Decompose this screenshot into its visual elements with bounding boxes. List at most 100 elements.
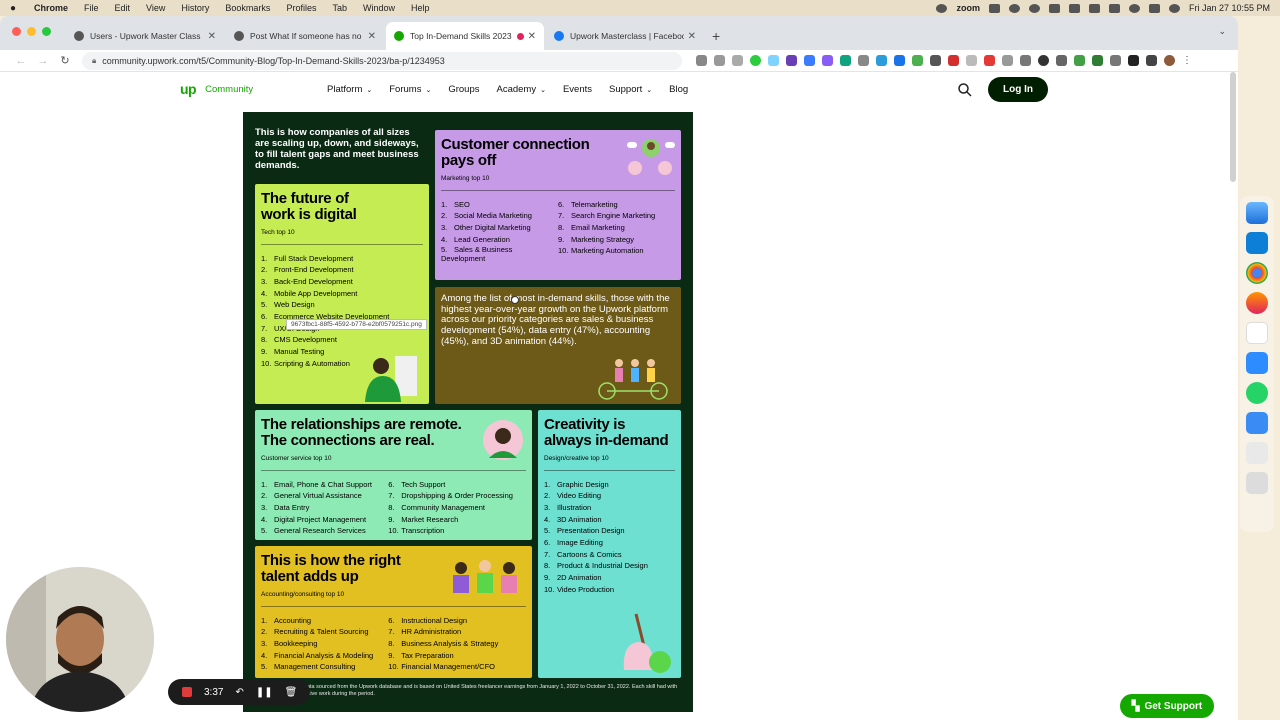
extension-icon[interactable] [1056, 55, 1067, 66]
extension-icon[interactable] [894, 55, 905, 66]
menu-file[interactable]: File [84, 3, 99, 13]
bluetooth-icon[interactable] [1068, 3, 1080, 13]
extension-icon[interactable] [1002, 55, 1013, 66]
zoom-menu-icon[interactable]: zoom [956, 3, 980, 13]
extension-icon[interactable] [1074, 55, 1085, 66]
nav-events[interactable]: Events [563, 84, 592, 95]
siri-icon[interactable] [1168, 3, 1180, 13]
menu-view[interactable]: View [146, 3, 165, 13]
trash-icon[interactable] [1246, 472, 1268, 494]
menu-bookmarks[interactable]: Bookmarks [225, 3, 270, 13]
pause-icon[interactable]: ❚❚ [256, 687, 273, 698]
chrome-icon[interactable] [1246, 262, 1268, 284]
zoom-window-button[interactable] [42, 27, 51, 36]
whatsapp-icon[interactable] [1246, 382, 1268, 404]
forward-arrow-icon[interactable]: → [32, 55, 54, 67]
finder-icon[interactable] [1246, 202, 1268, 224]
extension-icon[interactable] [786, 55, 797, 66]
extension-icon[interactable] [840, 55, 851, 66]
reload-icon[interactable]: ↻ [54, 54, 76, 67]
menu-app[interactable]: Chrome [34, 3, 68, 13]
address-bar[interactable]: 🔒︎ community.upwork.com/t5/Community-Blo… [82, 51, 682, 70]
extension-icon[interactable] [984, 55, 995, 66]
battery-icon[interactable] [1108, 3, 1120, 13]
menu-profiles[interactable]: Profiles [286, 3, 316, 13]
bookmark-star-icon[interactable] [732, 55, 743, 66]
cloud-icon[interactable] [988, 3, 1000, 13]
slack-icon[interactable] [1246, 322, 1268, 344]
extension-icon[interactable] [1038, 55, 1049, 66]
tab-close-icon[interactable]: ✕ [208, 31, 216, 42]
tab-close-icon[interactable]: ✕ [688, 31, 696, 42]
menu-history[interactable]: History [181, 3, 209, 13]
delete-recording-icon[interactable]: 🗑︎ [285, 687, 298, 698]
lock-icon[interactable]: 🔒︎ [92, 56, 96, 66]
list-item: 10. Financial Management/CFO [388, 662, 495, 672]
extension-icon[interactable] [930, 55, 941, 66]
control-center-icon[interactable] [1148, 3, 1160, 13]
menubar-clock[interactable]: Fri Jan 27 10:55 PM [1189, 3, 1270, 13]
zoom-icon[interactable] [1246, 352, 1268, 374]
upwork-logo[interactable]: up Community [180, 81, 253, 97]
extension-green-icon[interactable] [750, 55, 761, 66]
nav-groups[interactable]: Groups [448, 84, 479, 95]
apple-menu-icon[interactable]: ● [10, 3, 22, 14]
extension-icon[interactable] [822, 55, 833, 66]
extension-icon[interactable] [912, 55, 923, 66]
extension-icon[interactable] [966, 55, 977, 66]
menu-help[interactable]: Help [411, 3, 430, 13]
list-item: 5. Presentation Design [544, 526, 625, 536]
share-icon[interactable] [714, 55, 725, 66]
microphone-icon[interactable] [936, 3, 948, 13]
extension-icon[interactable] [768, 55, 779, 66]
extension-icon[interactable] [948, 55, 959, 66]
accounting-list-left: 1. Accounting 2. Recruiting & Talent Sourc… [261, 615, 388, 674]
tab-upwork-masterclass-facebook[interactable]: Upwork Masterclass | Faceboo ✕ [546, 22, 704, 50]
extension-icon[interactable] [1110, 55, 1121, 66]
nav-academy[interactable]: Academy ⌄ [496, 84, 545, 95]
screencast-icon[interactable] [696, 55, 707, 66]
extension-icon[interactable] [858, 55, 869, 66]
documents-folder-icon[interactable] [1246, 442, 1268, 464]
close-window-button[interactable] [12, 27, 21, 36]
menu-window[interactable]: Window [363, 3, 395, 13]
tab-post-what-if[interactable]: Post What If someone has no s ✕ [226, 22, 384, 50]
menu-edit[interactable]: Edit [115, 3, 131, 13]
minimize-window-button[interactable] [27, 27, 36, 36]
page-viewport[interactable]: up Community Platform ⌄ Forums ⌄ Groups Ac… [0, 72, 1238, 720]
wifi-icon[interactable] [1088, 3, 1100, 13]
page-scrollbar[interactable] [1230, 72, 1236, 182]
tab-close-icon[interactable]: ✕ [368, 31, 376, 42]
menu-tab[interactable]: Tab [332, 3, 347, 13]
tab-close-icon[interactable]: ✕ [528, 31, 536, 42]
login-button[interactable]: Log In [988, 77, 1048, 102]
nav-platform[interactable]: Platform ⌄ [327, 84, 372, 95]
tab-search-chevron-icon[interactable]: ⌄ [1218, 26, 1226, 37]
nav-forums[interactable]: Forums ⌄ [389, 84, 431, 95]
vscode-icon[interactable] [1246, 232, 1268, 254]
volume-icon[interactable] [1048, 3, 1060, 13]
undo-icon[interactable]: ↶ [235, 687, 243, 698]
back-arrow-icon[interactable]: ← [10, 55, 32, 67]
puzzle-extensions-icon[interactable] [1128, 55, 1139, 66]
extension-icon[interactable] [1092, 55, 1103, 66]
extension-icon[interactable] [804, 55, 815, 66]
extension-icon[interactable] [1020, 55, 1031, 66]
new-tab-button[interactable]: + [706, 22, 720, 50]
play-icon[interactable] [1028, 3, 1040, 13]
tab-top-in-demand-skills[interactable]: Top In-Demand Skills 2023 ✕ [386, 22, 544, 50]
search-icon[interactable] [957, 82, 973, 98]
extension-icon[interactable] [876, 55, 887, 66]
spotlight-icon[interactable] [1128, 3, 1140, 13]
tab-users-upwork[interactable]: Users - Upwork Master Class ✕ [66, 22, 224, 50]
stop-recording-button[interactable] [182, 687, 192, 697]
nav-blog[interactable]: Blog [669, 84, 688, 95]
nav-support[interactable]: Support ⌄ [609, 84, 652, 95]
get-support-button[interactable]: ▚ Get Support [1120, 694, 1214, 718]
firefox-icon[interactable] [1246, 292, 1268, 314]
sidebar-icon[interactable] [1146, 55, 1157, 66]
profile-avatar-icon[interactable] [1164, 55, 1175, 66]
browser-menu-icon[interactable]: ⋮ [1182, 55, 1192, 66]
mail-icon[interactable] [1246, 412, 1268, 434]
screen-record-icon[interactable] [1008, 3, 1020, 13]
